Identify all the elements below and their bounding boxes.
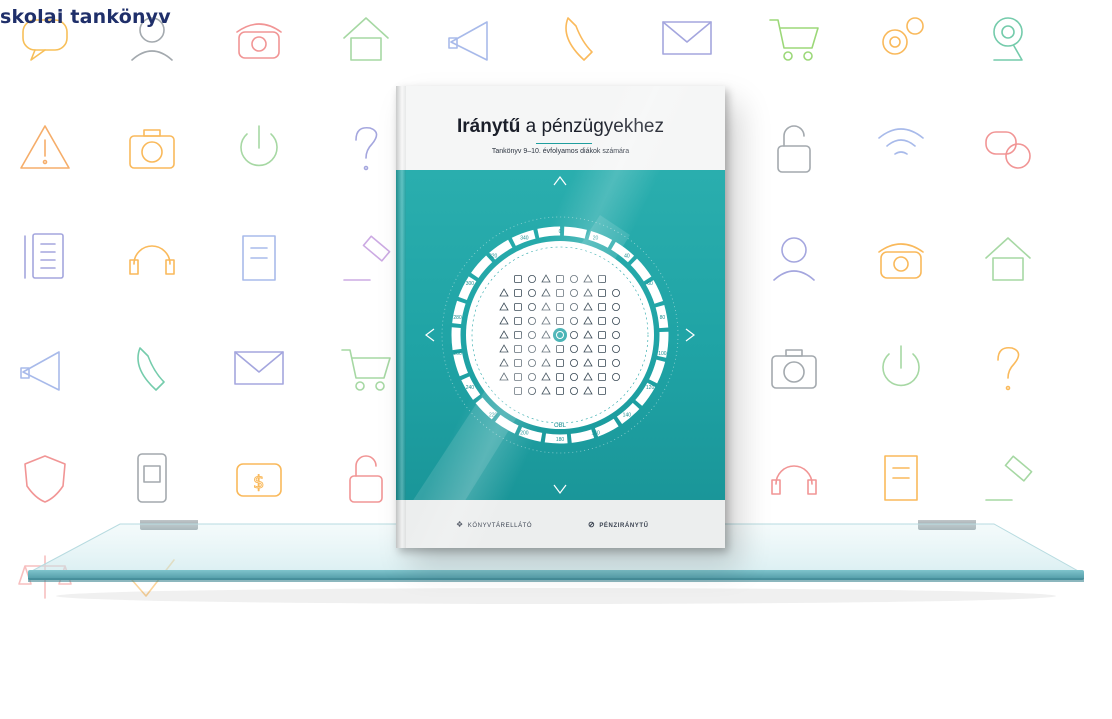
telephone-icon	[236, 23, 282, 59]
compass-degree-label: 100	[658, 351, 667, 357]
smart-home-icon	[137, 347, 165, 391]
compass-arrow-up	[553, 176, 567, 186]
gears-icon	[882, 17, 924, 55]
compass-degree-label: 60	[647, 281, 653, 287]
calculator-icon	[985, 455, 1033, 501]
bank-icon	[771, 465, 817, 495]
picture-icon	[234, 351, 284, 385]
pushpin-icon	[341, 349, 391, 391]
title-underline	[536, 143, 592, 144]
share-icon	[882, 345, 920, 387]
compass-degree-label: 40	[624, 253, 630, 259]
page-heading: skolai tankönyv	[0, 6, 171, 28]
book-title: Iránytű a pénzügyekhez	[456, 116, 665, 137]
envelope-icon	[662, 21, 712, 55]
svg-text:$: $	[253, 472, 264, 493]
gavel-icon	[343, 235, 391, 281]
compass-degree-label: 80	[660, 315, 666, 321]
map-pin-icon: $	[236, 463, 282, 497]
info-icon	[985, 237, 1031, 281]
megaphone-icon	[448, 21, 488, 61]
compass-arrow-right	[685, 328, 695, 342]
calendar-icon	[137, 453, 167, 503]
book-spine	[396, 86, 406, 548]
warning-icon	[20, 125, 70, 169]
publisher-right: ⊘ PÉNZIRÁNYTŰ	[588, 520, 649, 529]
compass-degree-label: 300	[466, 281, 475, 287]
question-icon	[355, 126, 378, 171]
compass-degree-label: 0	[559, 229, 562, 235]
cloud-download-icon	[997, 346, 1020, 391]
shopping-cart-icon	[769, 19, 819, 61]
unlock-icon	[777, 125, 811, 173]
textbook: Iránytű a pénzügyekhez Tankönyv 9–10. év…	[396, 86, 725, 548]
speech-bubbles-icon	[985, 131, 1031, 169]
home-icon	[24, 455, 66, 503]
compass-degree-label: 120	[646, 385, 655, 391]
megaphone-icon	[771, 349, 817, 389]
compass-degree-label: 340	[520, 235, 529, 241]
compass-center-label: OBL	[554, 423, 567, 429]
compass-degree-label: 180	[556, 437, 565, 443]
cover-teal-panel: 0 20 40 60 80 100 120 140 160 180 200 220 240 260 280 3…	[396, 170, 725, 500]
publisher-left-icon: ❖	[456, 520, 464, 529]
publisher-left-label: KÖNYVTÁRELLÁTÓ	[467, 523, 533, 529]
pause-icon	[20, 351, 60, 391]
cover-header: Iránytű a pénzügyekhez Tankönyv 9–10. év…	[396, 86, 725, 170]
camera-icon	[129, 129, 175, 169]
compass-degree-label: 260	[453, 351, 462, 357]
shelf-shadow	[56, 588, 1056, 604]
dollar-bag-icon	[884, 455, 918, 501]
compass-arrow-left	[425, 328, 435, 342]
compass-illustration: 0204060801001201401601802002202402602803…	[413, 176, 695, 500]
phone-handset-icon	[565, 17, 593, 61]
book-subtitle: Tankönyv 9–10. évfolyamos diákok számára	[491, 148, 630, 155]
publisher-right-label: PÉNZIRÁNYTŰ	[599, 523, 649, 529]
headset-icon	[129, 245, 175, 275]
power-icon	[240, 125, 278, 167]
publisher-right-icon: ⊘	[588, 520, 596, 529]
compass-arrow-down	[553, 484, 567, 494]
compass-degree-label: 200	[520, 431, 529, 437]
compass-degree-label: 160	[591, 431, 600, 437]
compass-degree-label: 240	[466, 385, 475, 391]
compass-degree-label: 320	[489, 253, 498, 259]
document-icon	[24, 233, 64, 279]
house-icon	[343, 17, 389, 61]
wifi-icon	[878, 128, 924, 155]
rss-icon	[773, 237, 815, 281]
microphone-icon	[878, 243, 924, 279]
cover-footer: ❖ KÖNYVTÁRELLÁTÓ ⊘ PÉNZIRÁNYTŰ	[396, 500, 725, 548]
no-entry-icon	[349, 455, 383, 503]
clipboard-icon	[242, 235, 276, 281]
publisher-left: ❖ KÖNYVTÁRELLÁTÓ	[456, 520, 532, 529]
compass-degree-label: 140	[623, 413, 632, 419]
compass-degree-label: 280	[453, 315, 462, 321]
webcam-icon	[993, 17, 1023, 61]
